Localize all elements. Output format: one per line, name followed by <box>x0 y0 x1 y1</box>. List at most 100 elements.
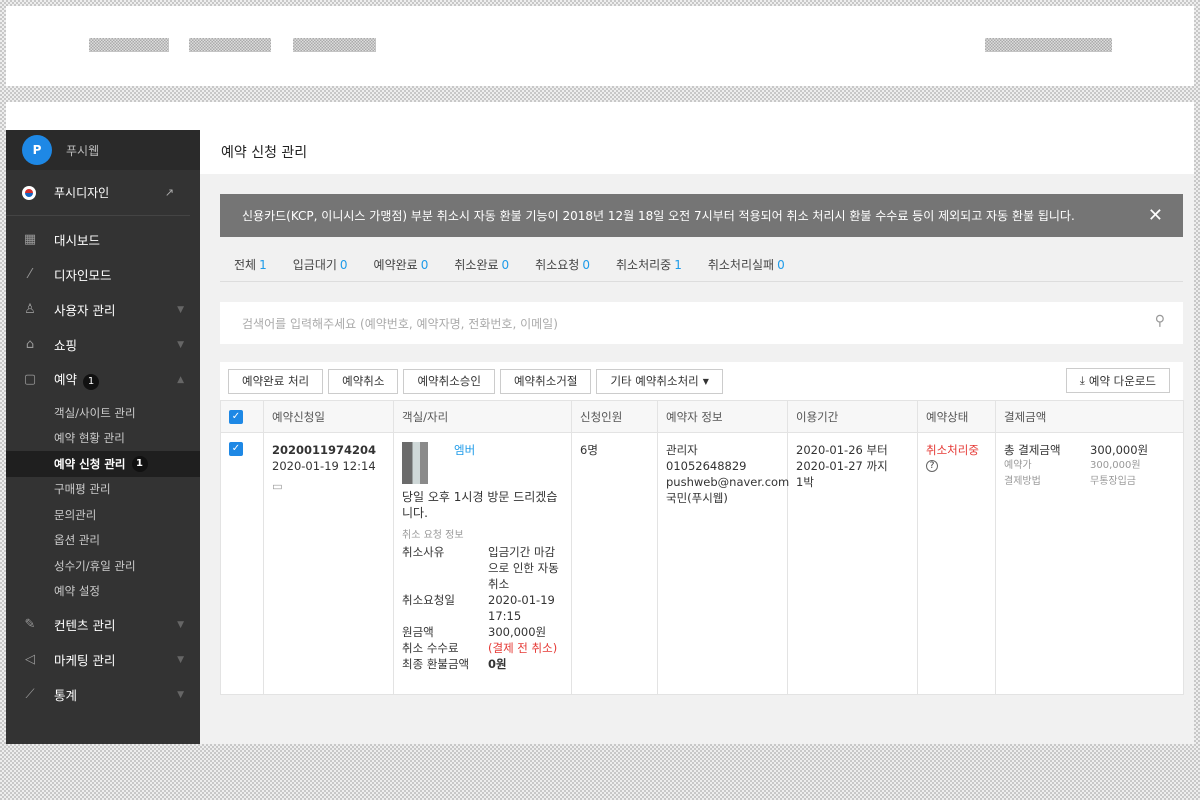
tab-label: 예약완료 <box>373 258 418 272</box>
value: 300,000원 <box>1090 460 1141 471</box>
sidebar-item-label: 대시보드 <box>54 233 101 248</box>
sidebar-subitem-rooms[interactable]: 객실/사이트 관리 <box>6 400 200 426</box>
desktop-icon: ▭ <box>272 479 283 493</box>
room-cell: 엠버 당일 오후 1시경 방문 드리겠습니다. 취소 요청 정보 취소사유 입금기… <box>393 432 572 695</box>
count-badge: 1 <box>131 455 148 472</box>
sidebar-item-contents[interactable]: ✎ 컨텐츠 관리 ▼ <box>6 607 200 642</box>
sidebar-item-users[interactable]: ♙ 사용자 관리 ▼ <box>6 292 200 327</box>
order-cell: 2020011974204 2020-01-19 12:14 ▭ <box>263 432 394 695</box>
tab-label: 전체 <box>234 258 257 272</box>
nav-link-redacted[interactable] <box>293 38 376 52</box>
room-name[interactable]: 엠버 <box>454 442 475 484</box>
tab-cancel-requested[interactable]: 취소요청 0 <box>535 256 590 273</box>
tab-cancelled[interactable]: 취소완료 0 <box>454 256 509 273</box>
sidebar-subitem-settings[interactable]: 예약 설정 <box>6 579 200 605</box>
cancel-reason: 취소사유 입금기간 마감으로 인한 자동 취소 <box>402 544 563 592</box>
row-checkbox[interactable]: ✓ <box>229 442 243 456</box>
sidebar-item-stats[interactable]: ⟋ 통계 ▼ <box>6 677 200 712</box>
reservation-table: ✓ 예약신청일 객실/자리 신청인원 예약자 정보 이용기간 예약상태 결제금액… <box>220 400 1184 695</box>
sidebar-subitem-label: 예약 신청 관리 <box>54 456 126 471</box>
tab-count: 0 <box>339 258 348 272</box>
action-toolbar: 예약완료 처리 예약취소 예약취소승인 예약취소거절 기타 예약취소처리 ▼ ⤓ 예… <box>220 362 1183 400</box>
column-header: 신청인원 <box>571 400 658 433</box>
tab-awaiting-deposit[interactable]: 입금대기 0 <box>293 256 348 273</box>
download-button[interactable]: ⤓ 예약 다운로드 <box>1065 368 1170 393</box>
sidebar-item-dashboard[interactable]: ▦ 대시보드 <box>6 222 200 257</box>
search-icon[interactable]: ⚲ <box>1155 313 1165 329</box>
label: 취소사유 <box>402 545 445 559</box>
sidebar-item-label: 디자인모드 <box>54 268 112 283</box>
column-header: 예약상태 <box>917 400 996 433</box>
approve-cancel-button[interactable]: 예약취소승인 <box>403 368 495 394</box>
chevron-down-icon: ▼ <box>177 304 184 315</box>
site-name: 푸시디자인 <box>54 186 110 200</box>
tab-confirmed[interactable]: 예약완료 0 <box>374 256 429 273</box>
edit-icon: ✎ <box>24 617 36 632</box>
sidebar-item-shopping[interactable]: ⌂ 쇼핑 ▼ <box>6 327 200 362</box>
reject-cancel-button[interactable]: 예약취소거절 <box>499 368 592 394</box>
sidebar-item-design-mode[interactable]: ⁄ 디자인모드 <box>6 257 200 292</box>
value: 300,000원 <box>488 625 547 639</box>
nav-link-redacted[interactable] <box>89 38 169 52</box>
tab-label: 취소처리실패 <box>707 258 775 272</box>
chevron-down-icon: ▼ <box>177 689 184 700</box>
tab-label: 취소처리중 <box>615 258 672 272</box>
value: (결제 전 취소) <box>488 641 558 655</box>
sidebar-subitem-holidays[interactable]: 성수기/휴일 관리 <box>6 553 200 579</box>
chevron-up-icon: ▲ <box>177 374 184 385</box>
sidebar: P 푸시웹 푸시디자인 ↗ ▦ 대시보드 ⁄ 디자인모드 ♙ 사용자 관리 ▼ ⌂ 쇼핑 ▼… <box>6 130 200 744</box>
tab-count: 1 <box>259 258 267 272</box>
nav-link-redacted[interactable] <box>189 38 271 52</box>
tab-cancel-failed[interactable]: 취소처리실패 0 <box>708 256 785 273</box>
status-badge: 취소처리중 <box>926 443 979 457</box>
booker-cell: 관리자 01052648829 pushweb@naver.com 국민(푸시웹… <box>657 432 790 695</box>
notice-banner: 신용카드(KCP, 이니시스 가맹점) 부분 취소시 자동 환불 기능이 201… <box>220 194 1183 237</box>
tab-all[interactable]: 전체 1 <box>234 256 267 273</box>
reservation-panel: 예약완료 처리 예약취소 예약취소승인 예약취소거절 기타 예약취소처리 ▼ ⤓ 예… <box>220 362 1184 695</box>
sidebar-item-marketing[interactable]: ◁ 마케팅 관리 ▼ <box>6 642 200 677</box>
period-nights: 1박 <box>796 475 814 489</box>
sidebar-subitem-inquiries[interactable]: 문의관리 <box>6 502 200 528</box>
status-cell: 취소처리중 ? <box>917 432 996 695</box>
original-amount: 원금액 300,000원 <box>402 624 563 640</box>
sidebar-subitem-status[interactable]: 예약 현황 관리 <box>6 426 200 452</box>
column-header: 결제금액 <box>995 400 1184 433</box>
korea-flag-icon <box>22 185 36 200</box>
account-link-redacted[interactable] <box>985 38 1112 52</box>
people-cell: 6명 <box>571 432 658 695</box>
confirm-reservation-button[interactable]: 예약완료 처리 <box>228 368 324 394</box>
sidebar-item-label: 마케팅 관리 <box>54 653 116 668</box>
booker-group: 국민(푸시웹) <box>666 491 728 505</box>
sidebar-subitem-requests[interactable]: 예약 신청 관리 1 <box>6 451 200 477</box>
table-header: ✓ 예약신청일 객실/자리 신청인원 예약자 정보 이용기간 예약상태 결제금액 <box>220 400 1184 433</box>
brand[interactable]: P 푸시웹 <box>6 130 200 170</box>
order-date: 2020-01-19 12:14 <box>272 459 376 473</box>
search-input[interactable]: 검색어를 입력해주세요 (예약번호, 예약자명, 전화번호, 이메일) ⚲ <box>220 302 1183 344</box>
close-icon[interactable]: ✕ <box>1148 205 1163 226</box>
external-link-icon[interactable]: ↗ <box>165 186 174 199</box>
help-icon[interactable]: ? <box>926 460 938 472</box>
other-cancel-dropdown[interactable]: 기타 예약취소처리 ▼ <box>596 368 723 394</box>
cancel-reservation-button[interactable]: 예약취소 <box>328 368 399 394</box>
label: 결제방법 <box>1004 476 1041 487</box>
order-number[interactable]: 2020011974204 <box>272 442 385 458</box>
select-all-cell: ✓ <box>220 400 264 433</box>
sidebar-subitem-options[interactable]: 옵션 관리 <box>6 528 200 554</box>
notice-text: 신용카드(KCP, 이니시스 가맹점) 부분 취소시 자동 환불 기능이 201… <box>242 209 1075 223</box>
chart-icon: ⟋ <box>25 687 35 702</box>
tab-cancel-processing[interactable]: 취소처리중 1 <box>616 256 682 273</box>
tab-label: 취소요청 <box>535 258 580 272</box>
label: 최종 환불금액 <box>402 657 470 671</box>
site-selector[interactable]: 푸시디자인 ↗ <box>6 170 190 216</box>
value: 입금기간 마감으로 인한 자동 취소 <box>488 545 559 591</box>
select-all-checkbox[interactable]: ✓ <box>229 409 243 424</box>
label: 취소 수수료 <box>402 641 459 655</box>
booker-email: pushweb@naver.com <box>666 475 790 489</box>
cancel-info-title: 취소 요청 정보 <box>402 530 464 541</box>
sidebar-item-reservation[interactable]: ▢ 예약 1 ▲ <box>6 362 200 397</box>
chevron-down-icon: ▼ <box>177 339 184 350</box>
table-row[interactable]: ✓ 2020011974204 2020-01-19 12:14 ▭ 엠버 당일… <box>220 432 1184 695</box>
tab-label: 입금대기 <box>292 258 337 272</box>
sidebar-subitem-reviews[interactable]: 구매평 관리 <box>6 477 200 503</box>
brand-name: 푸시웹 <box>66 143 100 158</box>
